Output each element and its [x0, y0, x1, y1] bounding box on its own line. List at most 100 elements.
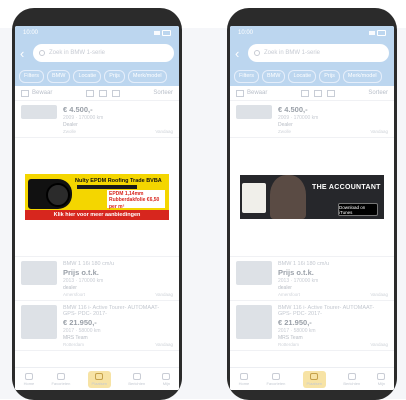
nav-home[interactable]: Home — [24, 372, 34, 386]
ad-headline: Nulty EPDM Roofing Trade BVBA — [75, 178, 162, 184]
phone-screen: 10:00 ‹ Zoek in BMW 1-serie Filters BMW … — [230, 26, 394, 390]
listing-meta: 2017 · 58000 km — [278, 328, 316, 334]
back-arrow-icon[interactable]: ‹ — [20, 47, 28, 60]
filter-chip[interactable]: Filters — [19, 69, 44, 83]
search-input[interactable]: Zoek in BMW 1-serie — [248, 44, 389, 62]
grid-view-icon[interactable] — [98, 89, 107, 97]
roofing-ad-banner[interactable]: Nulty EPDM Roofing Trade BVBA EPDM 1,14m… — [25, 174, 169, 220]
listing-title: BMW 116 i- Active Tourer- AUTOMAAT- GPS-… — [63, 305, 160, 317]
nav-label: Berichten — [343, 380, 361, 386]
nav-home[interactable]: Home — [239, 372, 249, 386]
filter-chip[interactable]: Prijs — [104, 69, 125, 83]
save-search-icon — [21, 89, 29, 97]
phone-mockup-left: 10:00 ‹ Zoek in BMW 1-serie Filters BMW … — [12, 8, 182, 400]
save-search-button[interactable]: Bewaar — [236, 89, 267, 97]
listing-meta: 2017 · 58000 km — [63, 328, 101, 334]
listing-item[interactable]: BMW 116 i- Active Tourer- AUTOMAAT- GPS-… — [230, 301, 394, 351]
filter-chip[interactable]: Merk/model — [127, 69, 167, 83]
listing-title: BMW 1 16i 180 cm/u — [63, 261, 115, 267]
listing-thumbnail — [21, 261, 57, 285]
filter-chip[interactable]: Prijs — [319, 69, 340, 83]
listing-price: € 21.950,- — [63, 318, 97, 327]
listing-item[interactable]: BMW 1 16i 180 cm/u Prijs o.t.k. 2013 · 1… — [230, 257, 394, 301]
back-arrow-icon[interactable]: ‹ — [235, 47, 243, 60]
listing-tag: Vandaag — [155, 292, 173, 297]
phone-screen: 10:00 ‹ Zoek in BMW 1-serie Filters BMW … — [15, 26, 179, 390]
view-toggle — [85, 89, 120, 97]
search-input[interactable]: Zoek in BMW 1-serie — [33, 44, 174, 62]
listing-location: Zwolle — [63, 129, 77, 134]
nav-favorites[interactable]: Favorieten — [51, 372, 70, 386]
listing-meta: 2009 · 170000 km — [278, 115, 319, 121]
filter-chips: Filters BMW Locatie Prijs Merk/model — [230, 66, 394, 86]
sort-button[interactable]: Sorteer — [368, 90, 388, 96]
listing-tag: Vandaag — [370, 129, 388, 134]
listing-price: Prijs o.t.k. — [278, 268, 314, 277]
nav-messages[interactable]: Berichten — [128, 372, 146, 386]
signal-icon — [154, 31, 160, 35]
save-search-button[interactable]: Bewaar — [21, 89, 53, 97]
ad-cta-bar[interactable]: Klik hier voor meer aanbiedingen — [25, 210, 169, 220]
filter-chips: Filters BMW Locatie Prijs Merk/model — [15, 66, 179, 86]
save-search-icon — [236, 89, 244, 97]
listing-tag: Vandaag — [155, 129, 173, 134]
home-icon — [239, 372, 248, 380]
search-placeholder: Zoek in BMW 1-serie — [49, 50, 106, 56]
search-placeholder: Zoek in BMW 1-serie — [264, 50, 321, 56]
list-view-icon[interactable] — [85, 89, 94, 97]
gallery-view-icon[interactable] — [111, 89, 120, 97]
filter-chip[interactable]: Locatie — [73, 69, 102, 83]
status-icons — [154, 30, 171, 36]
view-toggle — [300, 89, 335, 97]
movie-ad-banner[interactable]: THE ACCOUNTANT Download on iTunes — [240, 175, 384, 219]
listing-location: Amersfoort — [278, 292, 301, 297]
filter-chip[interactable]: Filters — [234, 69, 259, 83]
listing-meta: 2009 · 170000 km — [63, 115, 104, 121]
itunes-badge[interactable]: Download on iTunes — [338, 203, 378, 216]
actor-image — [270, 175, 306, 219]
listing-title: BMW 116 i- Active Tourer- AUTOMAAT- GPS-… — [278, 305, 375, 317]
listing-location: Rotterdam — [63, 342, 85, 347]
bottom-navigation: Home Favorieten Plaatsen Berichten Mijn — [230, 367, 394, 390]
filter-chip[interactable]: BMW — [46, 69, 71, 83]
listing-price: € 21.950,- — [278, 318, 312, 327]
filter-chip[interactable]: Merk/model — [342, 69, 382, 83]
listing-item[interactable]: € 4.500,- 2009 · 170000 km Dealer Zwolle… — [230, 101, 394, 138]
nav-profile[interactable]: Mijn — [162, 372, 171, 386]
save-search-label: Bewaar — [32, 90, 53, 96]
battery-icon — [377, 30, 386, 36]
listing-tag: Vandaag — [155, 342, 173, 347]
nav-label: Plaatsen — [306, 380, 323, 386]
filter-chip[interactable]: Locatie — [288, 69, 317, 83]
bottom-navigation: Home Favorieten Plaatsen Berichten Mijn — [15, 367, 179, 390]
listing-item[interactable]: BMW 1 16i 180 cm/u Prijs o.t.k. 2013 · 1… — [15, 257, 179, 301]
home-icon — [24, 372, 33, 380]
nav-messages[interactable]: Berichten — [343, 372, 361, 386]
sort-button[interactable]: Sorteer — [153, 90, 173, 96]
nav-label: Mijn — [377, 380, 386, 386]
nav-place[interactable]: Plaatsen — [302, 370, 327, 388]
grid-view-icon[interactable] — [313, 89, 322, 97]
battery-icon — [162, 30, 171, 36]
listing-seller: Dealer — [278, 122, 293, 128]
listing-meta: 2013 · 170000 km — [63, 278, 104, 284]
filter-chip[interactable]: BMW — [261, 69, 286, 83]
listing-thumbnail — [236, 305, 272, 339]
nav-label: Berichten — [128, 380, 146, 386]
phone-mockup-right: 10:00 ‹ Zoek in BMW 1-serie Filters BMW … — [227, 8, 397, 400]
user-icon — [162, 372, 171, 380]
list-view-icon[interactable] — [300, 89, 309, 97]
listing-item[interactable]: BMW 116 i- Active Tourer- AUTOMAAT- GPS-… — [15, 301, 179, 351]
nav-label: Mijn — [162, 380, 171, 386]
listing-meta: 2013 · 170000 km — [278, 278, 319, 284]
status-icons — [369, 30, 386, 36]
nav-favorites[interactable]: Favorieten — [266, 372, 285, 386]
gallery-view-icon[interactable] — [326, 89, 335, 97]
movie-title: THE ACCOUNTANT — [312, 184, 381, 191]
nav-label: Plaatsen — [91, 380, 108, 386]
listing-location: Rotterdam — [278, 342, 300, 347]
listing-item[interactable]: € 4.500,- 2009 · 170000 km Dealer Zwolle… — [15, 101, 179, 138]
nav-place[interactable]: Plaatsen — [87, 370, 112, 388]
nav-profile[interactable]: Mijn — [377, 372, 386, 386]
search-icon — [254, 50, 260, 56]
